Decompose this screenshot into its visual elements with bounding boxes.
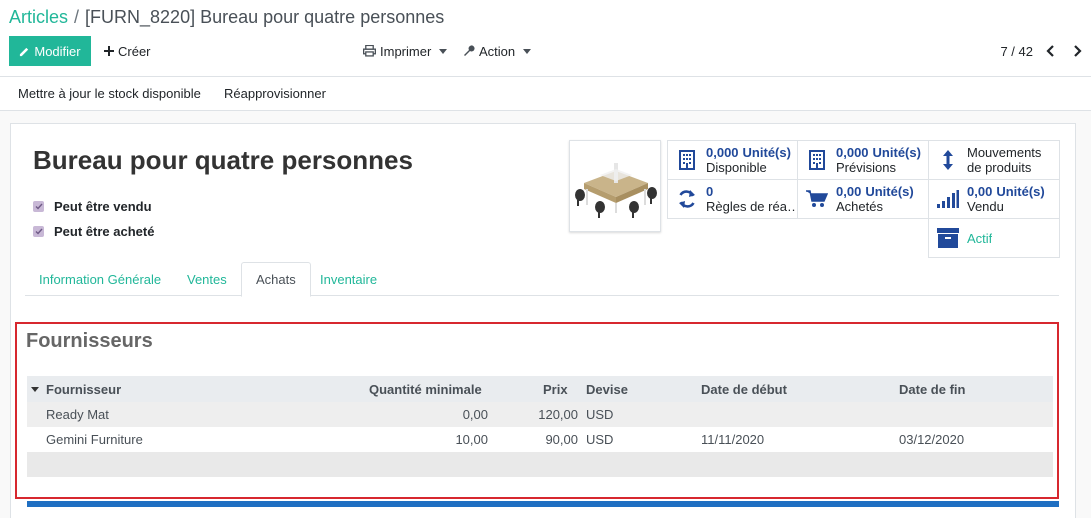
column-vendor[interactable]: Fournisseur [31,376,121,402]
vendors-section-title: Fournisseurs [26,330,153,352]
tab-inventory[interactable]: Inventaire [306,262,391,296]
reorder-rules-value: 0 [706,184,714,199]
row-price: 120,00 [538,407,578,422]
create-button[interactable]: Créer [104,36,151,66]
print-dropdown[interactable]: Imprimer [363,36,448,66]
can-be-sold-checkbox[interactable]: Peut être vendu [33,199,152,214]
pencil-icon [20,47,29,56]
breadcrumb-current: [FURN_8220] Bureau pour quatre personnes [85,7,445,27]
row-date-start: 11/11/2020 [701,432,765,447]
active-toggle-button[interactable]: Actif [928,218,1060,258]
archive-icon [937,228,959,248]
row-min-qty: 0,00 [462,407,488,422]
action-label: Action [479,43,516,59]
section-divider-bar [27,501,1059,507]
signal-bars-icon [937,190,959,208]
pager-value[interactable]: 7 / 42 [1000,44,1033,59]
purchased-unit: Unité(s) [865,184,914,199]
available-stock-button[interactable]: 0,000 Unité(s) Disponible [667,140,798,180]
stock-moves-label-line1: Mouvements [967,145,1042,160]
sold-label: Vendu [967,199,1004,214]
column-date-end[interactable]: Date de fin [899,376,965,402]
sold-button[interactable]: 0,00 Unité(s) Vendu [928,179,1060,219]
tab-sales[interactable]: Ventes [173,262,241,296]
can-be-purchased-checkbox[interactable]: Peut être acheté [33,224,154,239]
table-empty-row [27,452,1053,477]
reorder-rules-label: Règles de réa… [706,199,797,214]
print-label: Imprimer [380,43,432,59]
forecast-button[interactable]: 0,000 Unité(s) Prévisions [797,140,929,180]
table-row[interactable]: Ready Mat 0,00 120,00 USD [27,402,1053,427]
caret-down-icon [523,48,532,54]
stock-moves-button[interactable]: Mouvements de produits [928,140,1060,180]
column-min-qty[interactable]: Quantité minimale [369,376,482,402]
row-min-qty: 10,00 [455,432,488,447]
sold-unit: Unité(s) [996,184,1045,199]
chevron-right-icon [1074,45,1082,57]
wrench-icon [464,45,475,56]
purchased-value: 0,00 [836,184,862,199]
form-sheet: Bureau pour quatre personnes Peut être v… [10,123,1076,518]
plus-icon [104,46,114,56]
active-label: Actif [967,230,993,246]
previous-record-button[interactable] [1043,42,1059,60]
row-currency: USD [586,432,614,447]
tab-purchase[interactable]: Achats [241,262,311,297]
table-row[interactable]: Gemini Furniture 10,00 90,00 USD 11/11/2… [27,427,1053,452]
breadcrumb-articles-link[interactable]: Articles [9,7,68,27]
purchased-button[interactable]: 0,00 Unité(s) Achetés [797,179,929,219]
column-currency[interactable]: Devise [586,376,628,402]
breadcrumb-separator: / [74,7,80,27]
checkbox-checked-icon [33,226,44,237]
can-be-sold-label: Peut être vendu [54,199,152,214]
row-vendor: Ready Mat [46,407,109,422]
breadcrumb: Articles / [FURN_8220] Bureau pour quatre … [9,7,444,28]
can-be-purchased-label: Peut être acheté [54,224,155,239]
caret-down-icon [439,48,448,54]
edit-button-label: Modifier [34,43,81,59]
vertical-arrows-icon [937,149,959,171]
product-name[interactable]: Bureau pour quatre personnes [33,145,413,176]
update-stock-button[interactable]: Mettre à jour le stock disponible [18,86,201,101]
edit-button[interactable]: Modifier [9,36,91,66]
action-dropdown[interactable]: Action [463,36,532,66]
sold-value: 0,00 [967,184,993,199]
cart-icon [806,190,828,208]
building-icon [806,150,828,170]
row-currency: USD [586,407,614,422]
forecast-label: Prévisions [836,160,896,175]
form-statusbar: Mettre à jour le stock disponible Réappr… [0,77,1091,111]
forecast-unit: Unité(s) [872,145,921,160]
row-price: 90,00 [545,432,578,447]
available-value: 0,000 [706,145,739,160]
row-vendor: Gemini Furniture [46,432,143,447]
desk-product-image [570,141,660,231]
checkbox-checked-icon [33,201,44,212]
stock-moves-label-line2: de produits [967,160,1032,175]
available-unit: Unité(s) [742,145,791,160]
next-record-button[interactable] [1069,42,1085,60]
building-icon [676,150,698,170]
chevron-left-icon [1046,45,1054,57]
column-date-start[interactable]: Date de début [701,376,787,402]
tab-general-information[interactable]: Information Générale [25,262,175,296]
sort-caret-icon [31,386,39,392]
row-date-end: 03/12/2020 [899,432,965,447]
print-icon [363,45,376,57]
notebook-tabs: Information Générale Ventes Achats Inven… [25,262,1059,297]
forecast-value: 0,000 [836,145,869,160]
create-button-label: Créer [118,43,151,59]
product-image[interactable] [569,140,661,232]
reordering-rules-button[interactable]: 0 Règles de réa… [667,179,798,219]
purchased-label: Achetés [836,199,883,214]
refresh-icon [676,189,698,209]
replenish-button[interactable]: Réapprovisionner [224,86,326,101]
available-label: Disponible [706,160,767,175]
column-price[interactable]: Prix [543,376,568,402]
vendors-table-header: Fournisseur Quantité minimale Prix Devis… [27,376,1053,402]
control-panel: Articles / [FURN_8220] Bureau pour quatre … [0,0,1091,77]
